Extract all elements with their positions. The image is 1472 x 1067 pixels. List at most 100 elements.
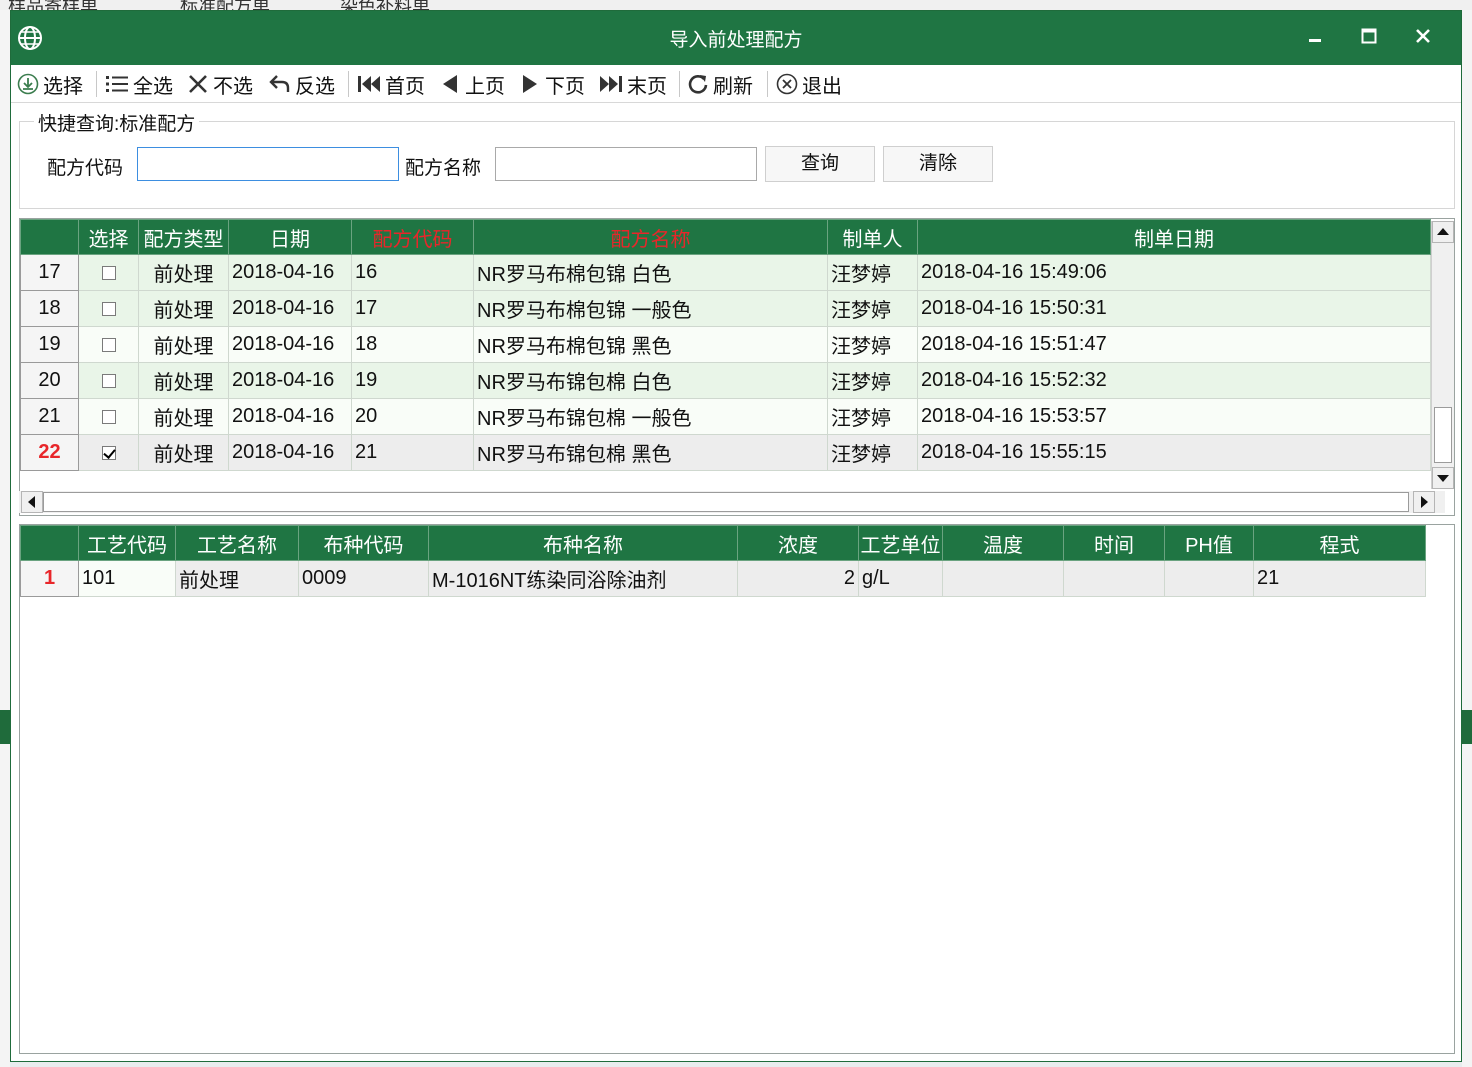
col-header-proc-code[interactable]: 工艺代码 bbox=[78, 525, 176, 561]
select-all-button[interactable]: 全选 bbox=[105, 69, 173, 99]
x-icon bbox=[189, 75, 207, 93]
refresh-label: 刷新 bbox=[713, 75, 753, 98]
arrow-left-icon bbox=[28, 496, 35, 508]
arrow-right-icon bbox=[1421, 496, 1428, 508]
concentration-cell: 2 bbox=[737, 560, 859, 597]
vscroll-thumb[interactable] bbox=[1434, 407, 1452, 463]
title-bar[interactable]: 导入前处理配方 bbox=[11, 11, 1461, 65]
col-header-time[interactable]: 时间 bbox=[1063, 525, 1165, 561]
deselect-button[interactable]: 不选 bbox=[187, 69, 253, 99]
date-cell: 2018-04-16 bbox=[228, 398, 352, 435]
recipe-name-input[interactable] bbox=[495, 147, 757, 181]
exit-button[interactable]: 退出 bbox=[776, 69, 842, 99]
invert-select-button[interactable]: 反选 bbox=[269, 69, 335, 99]
next-page-button[interactable]: 下页 bbox=[519, 69, 585, 99]
col-header-code[interactable]: 配方代码 bbox=[351, 219, 474, 255]
recipe-code-input[interactable] bbox=[137, 147, 399, 181]
next-page-icon bbox=[523, 75, 537, 93]
row-number: 21 bbox=[20, 398, 79, 435]
table-row[interactable]: 18 前处理 2018-04-16 17 NR罗马布棉包锦 一般色 汪梦婷 20… bbox=[20, 290, 1431, 327]
recipe-grid-header: 选择 配方类型 日期 配方代码 配方名称 制单人 制单日期 bbox=[20, 219, 1431, 255]
type-cell: 前处理 bbox=[138, 326, 229, 363]
select-cell[interactable] bbox=[78, 362, 139, 399]
proc-name-cell: 前处理 bbox=[175, 560, 299, 597]
row-checkbox[interactable] bbox=[101, 301, 116, 316]
recipe-grid-hscrollbar[interactable] bbox=[19, 491, 1445, 513]
select-cell[interactable] bbox=[78, 290, 139, 327]
maker-cell: 汪梦婷 bbox=[827, 326, 918, 363]
col-header-ph[interactable]: PH值 bbox=[1164, 525, 1254, 561]
col-header-temp[interactable]: 温度 bbox=[942, 525, 1064, 561]
hscroll-thumb[interactable] bbox=[43, 492, 1409, 512]
prev-page-button[interactable]: 上页 bbox=[439, 69, 505, 99]
refresh-button[interactable]: 刷新 bbox=[687, 69, 753, 99]
table-row[interactable]: 1 101 前处理 0009 M-1016NT练染同浴除油剂 2 g/L 21 bbox=[20, 560, 1426, 597]
last-page-button[interactable]: 末页 bbox=[599, 69, 667, 99]
maker-cell: 汪梦婷 bbox=[827, 254, 918, 291]
date-cell: 2018-04-16 bbox=[228, 290, 352, 327]
scroll-left-button[interactable] bbox=[21, 491, 43, 513]
table-row-selected[interactable]: 22 前处理 2018-04-16 21 NR罗马布锦包棉 黑色 汪梦婷 201… bbox=[20, 434, 1431, 471]
ph-cell bbox=[1164, 560, 1254, 597]
col-header-fabric-code[interactable]: 布种代码 bbox=[298, 525, 429, 561]
row-header-corner bbox=[20, 219, 79, 255]
recipe-code-label: 配方代码 bbox=[47, 158, 124, 179]
col-header-maker[interactable]: 制单人 bbox=[827, 219, 918, 255]
first-page-button[interactable]: 首页 bbox=[357, 69, 425, 99]
col-header-concentration[interactable]: 浓度 bbox=[737, 525, 859, 561]
col-header-type[interactable]: 配方类型 bbox=[138, 219, 229, 255]
name-cell: NR罗马布棉包锦 白色 bbox=[473, 254, 828, 291]
prev-page-label: 上页 bbox=[465, 75, 505, 98]
code-cell: 16 bbox=[351, 254, 474, 291]
table-row[interactable]: 19 前处理 2018-04-16 18 NR罗马布棉包锦 黑色 汪梦婷 201… bbox=[20, 326, 1431, 363]
row-number: 1 bbox=[20, 560, 79, 597]
code-cell: 17 bbox=[351, 290, 474, 327]
fabric-name-cell: M-1016NT练染同浴除油剂 bbox=[428, 560, 738, 597]
bg-tab: 标准配方单 bbox=[180, 0, 270, 10]
type-cell: 前处理 bbox=[138, 254, 229, 291]
row-checkbox-checked[interactable] bbox=[101, 445, 116, 460]
list-icon bbox=[106, 76, 128, 92]
minimize-icon bbox=[1309, 39, 1321, 42]
quick-search-title: 快捷查询:标准配方 bbox=[34, 109, 200, 136]
maker-cell: 汪梦婷 bbox=[827, 290, 918, 327]
window-title: 导入前处理配方 bbox=[669, 30, 803, 51]
table-row[interactable]: 20 前处理 2018-04-16 19 NR罗马布锦包棉 白色 汪梦婷 201… bbox=[20, 362, 1431, 399]
select-cell[interactable] bbox=[78, 254, 139, 291]
col-header-made-at[interactable]: 制单日期 bbox=[917, 219, 1431, 255]
code-cell: 20 bbox=[351, 398, 474, 435]
clear-button[interactable]: 清除 bbox=[883, 146, 993, 182]
toolbar: 选择 全选 不选 反选 首页 上页 下页 末页 刷新 退出 bbox=[11, 65, 1461, 103]
row-checkbox[interactable] bbox=[101, 373, 116, 388]
scroll-down-button[interactable] bbox=[1432, 467, 1454, 489]
col-header-date[interactable]: 日期 bbox=[228, 219, 352, 255]
col-header-program[interactable]: 程式 bbox=[1253, 525, 1426, 561]
query-button[interactable]: 查询 bbox=[765, 146, 875, 182]
time-cell bbox=[1063, 560, 1165, 597]
scroll-up-button[interactable] bbox=[1432, 221, 1454, 243]
table-row[interactable]: 21 前处理 2018-04-16 20 NR罗马布锦包棉 一般色 汪梦婷 20… bbox=[20, 398, 1431, 435]
arrow-down-icon bbox=[1437, 475, 1449, 482]
maximize-icon bbox=[1361, 28, 1377, 44]
close-button[interactable] bbox=[1405, 21, 1441, 53]
table-row[interactable]: 17 前处理 2018-04-16 16 NR罗马布棉包锦 白色 汪梦婷 201… bbox=[20, 254, 1431, 291]
row-checkbox[interactable] bbox=[101, 337, 116, 352]
row-checkbox[interactable] bbox=[101, 265, 116, 280]
recipe-grid-vscrollbar[interactable] bbox=[1431, 221, 1454, 489]
col-header-name[interactable]: 配方名称 bbox=[473, 219, 828, 255]
select-cell[interactable] bbox=[78, 398, 139, 435]
select-button[interactable]: 选择 bbox=[17, 69, 83, 99]
col-header-select[interactable]: 选择 bbox=[78, 219, 139, 255]
first-page-label: 首页 bbox=[385, 75, 425, 98]
minimize-button[interactable] bbox=[1297, 21, 1333, 53]
made-at-cell: 2018-04-16 15:53:57 bbox=[917, 398, 1431, 435]
col-header-unit[interactable]: 工艺单位 bbox=[858, 525, 943, 561]
select-cell[interactable] bbox=[78, 326, 139, 363]
col-header-fabric-name[interactable]: 布种名称 bbox=[428, 525, 738, 561]
scroll-right-button[interactable] bbox=[1413, 491, 1435, 513]
row-checkbox[interactable] bbox=[101, 409, 116, 424]
select-cell[interactable] bbox=[78, 434, 139, 471]
col-header-proc-name[interactable]: 工艺名称 bbox=[175, 525, 299, 561]
type-cell: 前处理 bbox=[138, 398, 229, 435]
maximize-button[interactable] bbox=[1351, 21, 1387, 53]
